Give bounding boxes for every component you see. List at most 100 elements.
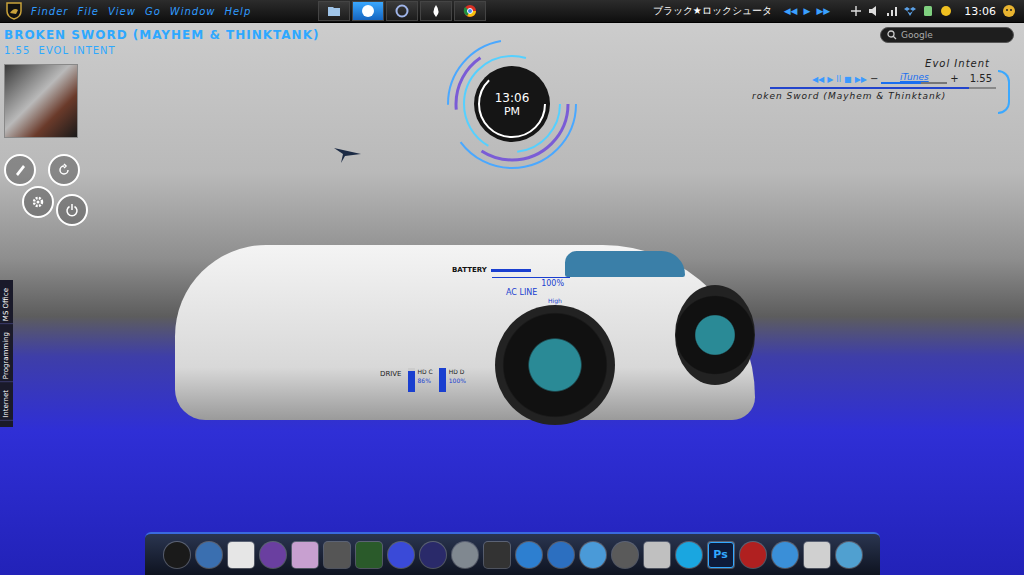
- clock-widget: 13:06PM: [442, 34, 582, 174]
- dock-item[interactable]: [644, 542, 670, 568]
- dock-item[interactable]: [612, 542, 638, 568]
- dock-item[interactable]: [356, 542, 382, 568]
- dock-item[interactable]: [580, 542, 606, 568]
- power-source: AC LINE: [506, 288, 570, 297]
- battery-widget: BATTERY 100%AC LINEHigh: [452, 266, 570, 304]
- drop-icon: [429, 4, 443, 18]
- chat-icon[interactable]: [940, 5, 952, 17]
- quick-buttons: [0, 150, 100, 230]
- desktop: Finder File View Go Window Help ブラック★ロックシュータ ◀◀…: [0, 0, 1024, 575]
- dock-item[interactable]: [260, 542, 286, 568]
- dock-item[interactable]: [388, 542, 414, 568]
- drive-label: DRIVE: [380, 370, 402, 378]
- dock-item[interactable]: [676, 542, 702, 568]
- refresh-icon: [57, 163, 71, 177]
- disc-icon: [395, 4, 409, 18]
- quick-button[interactable]: [56, 194, 88, 226]
- cursor-icon: [333, 142, 363, 164]
- menu-item[interactable]: View: [108, 6, 136, 17]
- track-time: 1.55: [970, 73, 992, 84]
- media-control[interactable]: ◀◀: [784, 6, 798, 16]
- drive-item[interactable]: HD C86%: [408, 368, 433, 392]
- chrome-icon: [463, 4, 477, 18]
- side-tab[interactable]: Programming: [0, 330, 13, 382]
- battery-reading: 100%: [452, 279, 570, 288]
- volume-icon[interactable]: [868, 5, 880, 17]
- power-mode: High: [548, 297, 570, 304]
- dropbox-icon[interactable]: [904, 5, 916, 17]
- settings-icon: [31, 195, 45, 209]
- dock-item[interactable]: [484, 542, 510, 568]
- clock-period: PM: [504, 105, 520, 118]
- dock-item[interactable]: [772, 542, 798, 568]
- dock-item[interactable]: [420, 542, 446, 568]
- battery-meter: [491, 269, 531, 272]
- progress-bar[interactable]: [770, 87, 996, 89]
- dock-item[interactable]: [196, 542, 222, 568]
- skype-icon: [361, 4, 375, 18]
- side-tabs: MS Office Programming Internet: [0, 280, 13, 427]
- media-control[interactable]: ◀◀: [812, 75, 824, 84]
- volume-slider[interactable]: [881, 82, 947, 84]
- dock-item[interactable]: [228, 542, 254, 568]
- now-playing-text: ブラック★ロックシュータ: [653, 4, 772, 18]
- dock-item[interactable]: [516, 542, 542, 568]
- search-field[interactable]: Google: [880, 27, 1014, 43]
- user-icon[interactable]: [1002, 4, 1016, 18]
- album-art[interactable]: [4, 64, 78, 138]
- clock-time: 13:06: [495, 91, 530, 105]
- media-control[interactable]: ▶▶: [855, 75, 867, 84]
- dock-item[interactable]: [324, 542, 350, 568]
- usb-icon[interactable]: [922, 5, 934, 17]
- lamborghini-logo-icon[interactable]: [6, 2, 22, 20]
- search-icon: [887, 30, 897, 40]
- taskbar-button[interactable]: [352, 1, 384, 21]
- artist-name: Evol Intent: [752, 58, 1014, 69]
- dock-item[interactable]: [548, 542, 574, 568]
- media-control[interactable]: II: [836, 75, 841, 84]
- drive-item[interactable]: HD D100%: [439, 368, 466, 392]
- menu-bar: Finder File View Go Window Help ブラック★ロックシュータ ◀◀…: [0, 0, 1024, 23]
- dock-item[interactable]: Ps: [708, 542, 734, 568]
- dock-item[interactable]: [836, 542, 862, 568]
- volume-up-button[interactable]: +: [950, 73, 958, 84]
- menu-item[interactable]: Go: [145, 6, 161, 17]
- now-playing-widget: BROKEN SWORD (MAYHEM & THINKTANK) 1.55 EV…: [4, 28, 319, 138]
- media-control[interactable]: ▶: [804, 6, 811, 16]
- volume-down-button[interactable]: −: [870, 73, 878, 84]
- track-title: BROKEN SWORD (MAYHEM & THINKTANK): [4, 28, 319, 42]
- clock[interactable]: 13:06: [964, 5, 996, 18]
- media-control[interactable]: ■: [844, 75, 852, 84]
- itunes-widget: Evol Intent ◀◀▶II■▶▶− iTunes +1.55 roken Swo…: [752, 58, 1014, 101]
- taskbar-button[interactable]: [318, 1, 350, 21]
- dock-item[interactable]: [292, 542, 318, 568]
- dock-item[interactable]: [452, 542, 478, 568]
- taskbar-button[interactable]: [386, 1, 418, 21]
- folder-icon: [327, 4, 341, 18]
- menu-item[interactable]: Window: [170, 6, 216, 17]
- dock-item[interactable]: [164, 542, 190, 568]
- quick-button[interactable]: [48, 154, 80, 186]
- itunes-label[interactable]: iTunes: [900, 72, 929, 82]
- quick-button[interactable]: [22, 186, 54, 218]
- media-control[interactable]: ▶: [827, 75, 833, 84]
- menu-item[interactable]: File: [77, 6, 98, 17]
- track-subtitle: 1.55 EVOL INTENT: [4, 45, 319, 56]
- dock-item[interactable]: [740, 542, 766, 568]
- signal-icon[interactable]: [886, 5, 898, 17]
- track-name: roken Sword (Mayhem & Thinktank): [752, 91, 1014, 101]
- expand-icon[interactable]: [850, 5, 862, 17]
- dock-item[interactable]: [804, 542, 830, 568]
- drive-widget: DRIVE HD C86%HD D100%: [380, 368, 466, 392]
- side-tab[interactable]: MS Office: [0, 286, 13, 324]
- menu-item[interactable]: Finder: [31, 6, 68, 17]
- edit-icon: [13, 163, 27, 177]
- quick-button[interactable]: [4, 154, 36, 186]
- taskbar-button[interactable]: [420, 1, 452, 21]
- media-control[interactable]: ▶▶: [816, 6, 830, 16]
- menu-item[interactable]: Help: [224, 6, 251, 17]
- side-tab[interactable]: Internet: [0, 388, 13, 421]
- taskbar-button[interactable]: [454, 1, 486, 21]
- power-icon: [65, 203, 79, 217]
- battery-label: BATTERY: [452, 266, 487, 274]
